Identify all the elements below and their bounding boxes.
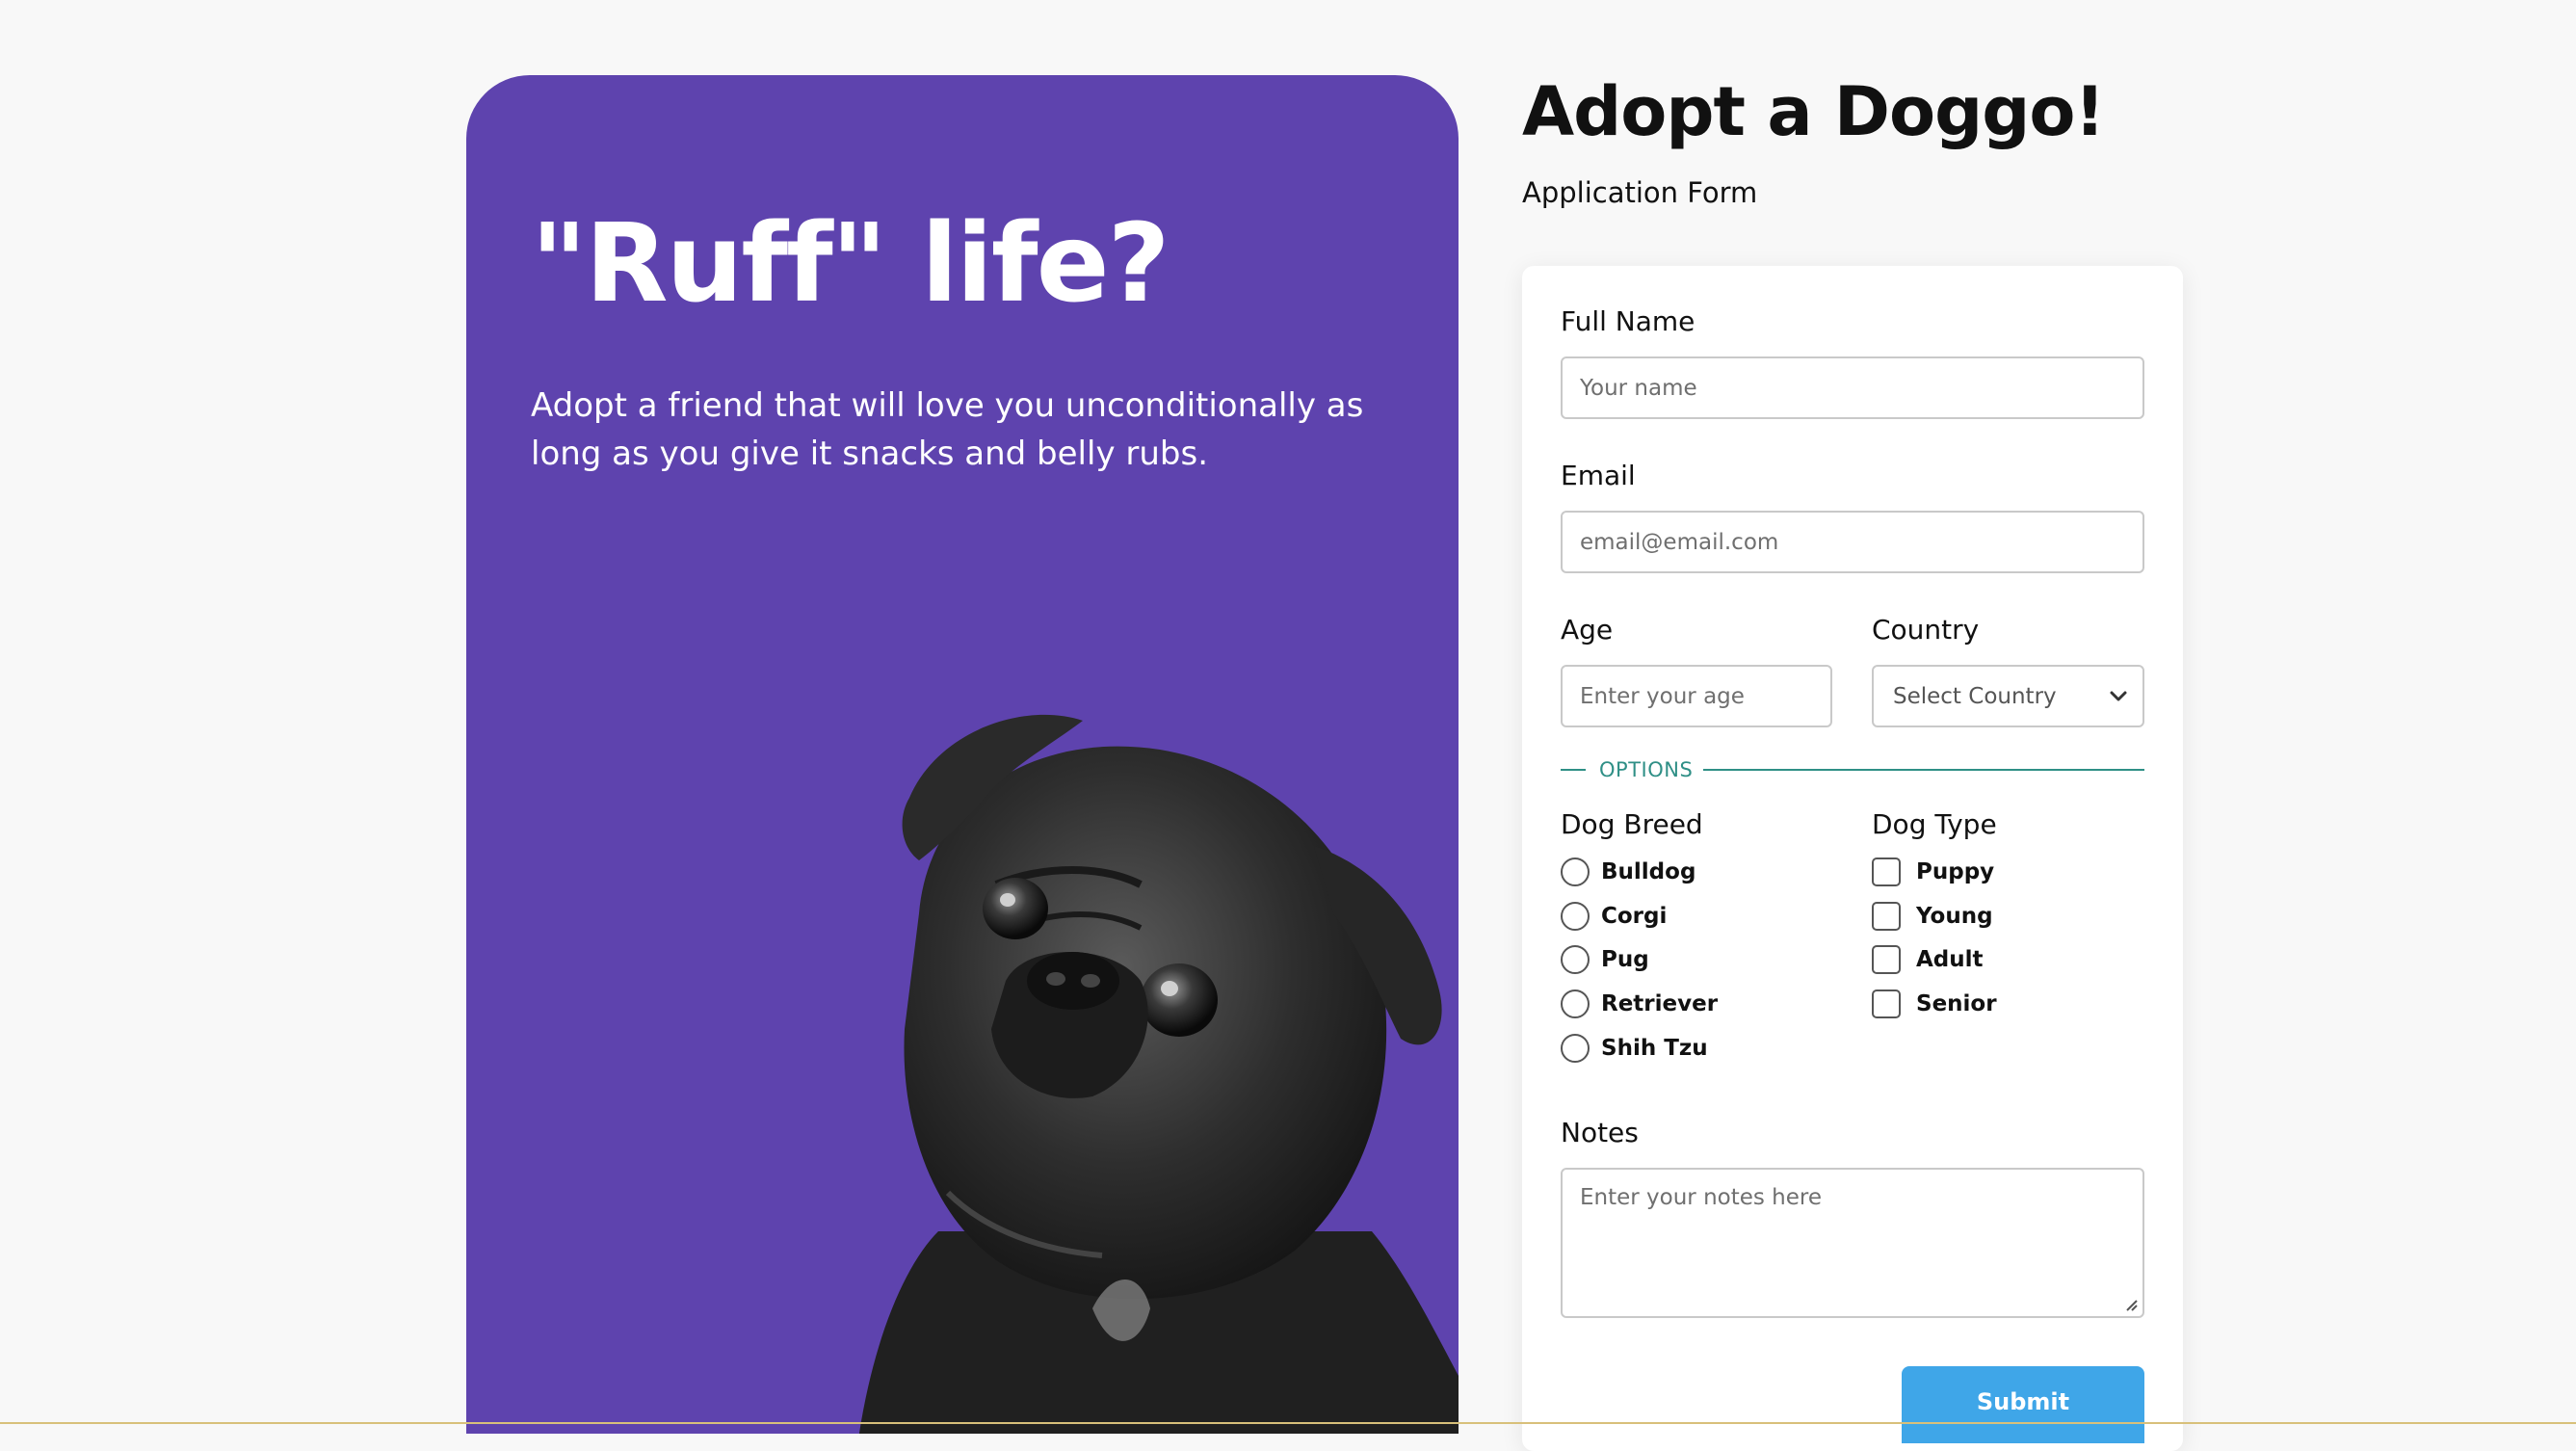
breed-option-pug[interactable]: Pug bbox=[1561, 943, 1649, 976]
type-option-adult[interactable]: Adult bbox=[1872, 943, 1984, 976]
hero-card: "Ruff" life? Adopt a friend that will lo… bbox=[466, 75, 1459, 1434]
adoption-form: Full Name Email Age Country Select Count… bbox=[1522, 266, 2183, 1451]
radio-button[interactable] bbox=[1561, 857, 1590, 886]
divider-line-right bbox=[1703, 769, 2144, 771]
age-input[interactable] bbox=[1561, 665, 1832, 727]
notes-textarea[interactable] bbox=[1561, 1168, 2144, 1318]
breed-option-retriever[interactable]: Retriever bbox=[1561, 988, 1718, 1020]
breed-option-label: Bulldog bbox=[1601, 859, 1696, 884]
type-option-puppy[interactable]: Puppy bbox=[1872, 856, 1994, 888]
page-title: Adopt a Doggo! bbox=[1522, 72, 2105, 151]
breed-option-corgi[interactable]: Corgi bbox=[1561, 900, 1667, 933]
dog-breed-label: Dog Breed bbox=[1561, 808, 1703, 840]
full-name-label: Full Name bbox=[1561, 305, 1695, 337]
checkbox[interactable] bbox=[1872, 989, 1901, 1018]
notes-label: Notes bbox=[1561, 1117, 1639, 1148]
type-option-young[interactable]: Young bbox=[1872, 900, 1993, 933]
chevron-down-icon bbox=[2110, 691, 2127, 701]
radio-button[interactable] bbox=[1561, 1034, 1590, 1063]
hero-title: "Ruff" life? bbox=[531, 201, 1170, 327]
full-name-input[interactable] bbox=[1561, 356, 2144, 419]
checkbox[interactable] bbox=[1872, 945, 1901, 974]
type-option-senior[interactable]: Senior bbox=[1872, 988, 1997, 1020]
divider-line-left bbox=[1561, 769, 1586, 771]
hero-text: Adopt a friend that will love you uncond… bbox=[531, 386, 1364, 473]
options-divider: OPTIONS bbox=[1561, 755, 2144, 784]
country-label: Country bbox=[1872, 614, 1980, 646]
pug-photo bbox=[858, 714, 1459, 1434]
breed-option-shih-tzu[interactable]: Shih Tzu bbox=[1561, 1032, 1708, 1065]
type-option-label: Senior bbox=[1916, 991, 1997, 1016]
checkbox[interactable] bbox=[1872, 857, 1901, 886]
radio-button[interactable] bbox=[1561, 945, 1590, 974]
country-select-value: Select Country bbox=[1893, 683, 2057, 709]
age-label: Age bbox=[1561, 614, 1614, 646]
options-label: OPTIONS bbox=[1599, 758, 1694, 781]
radio-button[interactable] bbox=[1561, 989, 1590, 1018]
breed-option-label: Retriever bbox=[1601, 991, 1719, 1016]
type-option-label: Adult bbox=[1916, 947, 1984, 972]
breed-option-label: Pug bbox=[1601, 947, 1649, 972]
radio-button[interactable] bbox=[1561, 902, 1590, 931]
resize-grip-icon[interactable] bbox=[2121, 1295, 2139, 1312]
country-select[interactable]: Select Country bbox=[1872, 665, 2144, 727]
breed-option-bulldog[interactable]: Bulldog bbox=[1561, 856, 1695, 888]
email-label: Email bbox=[1561, 460, 1636, 491]
type-option-label: Puppy bbox=[1916, 859, 1995, 884]
dog-type-label: Dog Type bbox=[1872, 808, 1997, 840]
submit-button[interactable]: Submit bbox=[1902, 1366, 2144, 1443]
type-option-label: Young bbox=[1916, 904, 1993, 929]
email-input[interactable] bbox=[1561, 511, 2144, 573]
breed-option-label: Corgi bbox=[1601, 904, 1668, 929]
page-subtitle: Application Form bbox=[1522, 176, 1758, 209]
checkbox[interactable] bbox=[1872, 902, 1901, 931]
breed-option-label: Shih Tzu bbox=[1601, 1036, 1708, 1061]
